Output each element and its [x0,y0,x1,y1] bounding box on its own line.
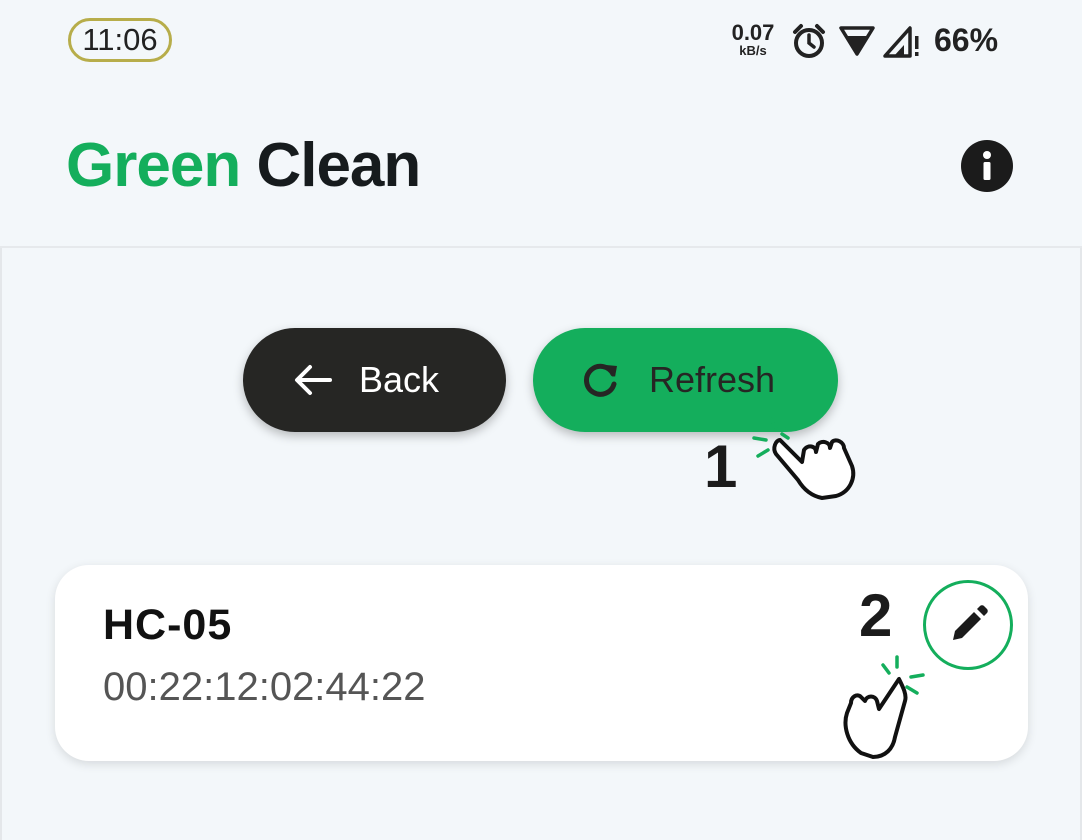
device-name: HC-05 [103,601,233,649]
wifi-icon [838,22,876,65]
app-title-clean: Clean [256,131,421,200]
alarm-icon [790,22,828,65]
status-time-text: 11:06 [82,22,158,57]
refresh-icon [584,363,617,397]
network-speed-unit: kB/s [739,43,767,58]
status-time: 11:06 [68,18,172,62]
back-button[interactable]: Back [243,328,506,432]
content-border-left [0,248,2,840]
device-address: 00:22:12:02:44:22 [103,665,426,709]
content-divider [0,246,1082,248]
step-number-1: 1 [704,433,738,500]
device-card[interactable]: HC-05 00:22:12:02:44:22 2 [55,565,1028,761]
info-icon[interactable] [961,140,1013,192]
cell-signal-icon [882,22,922,65]
battery-level: 66% [934,22,999,58]
tap-hand-icon [752,410,862,510]
app-title-green: Green [66,131,241,200]
tap-hand-icon [833,653,933,768]
refresh-button-label: Refresh [649,359,776,400]
back-button-label: Back [359,359,440,400]
network-speed: 0.07 kB/s [730,20,776,58]
step-number-2: 2 [859,582,893,649]
app-title: Green Clean [66,130,421,201]
edit-device-button[interactable] [923,580,1013,670]
pencil-icon [953,605,988,640]
arrow-left-icon [295,365,332,395]
network-speed-value: 0.07 [731,20,775,45]
